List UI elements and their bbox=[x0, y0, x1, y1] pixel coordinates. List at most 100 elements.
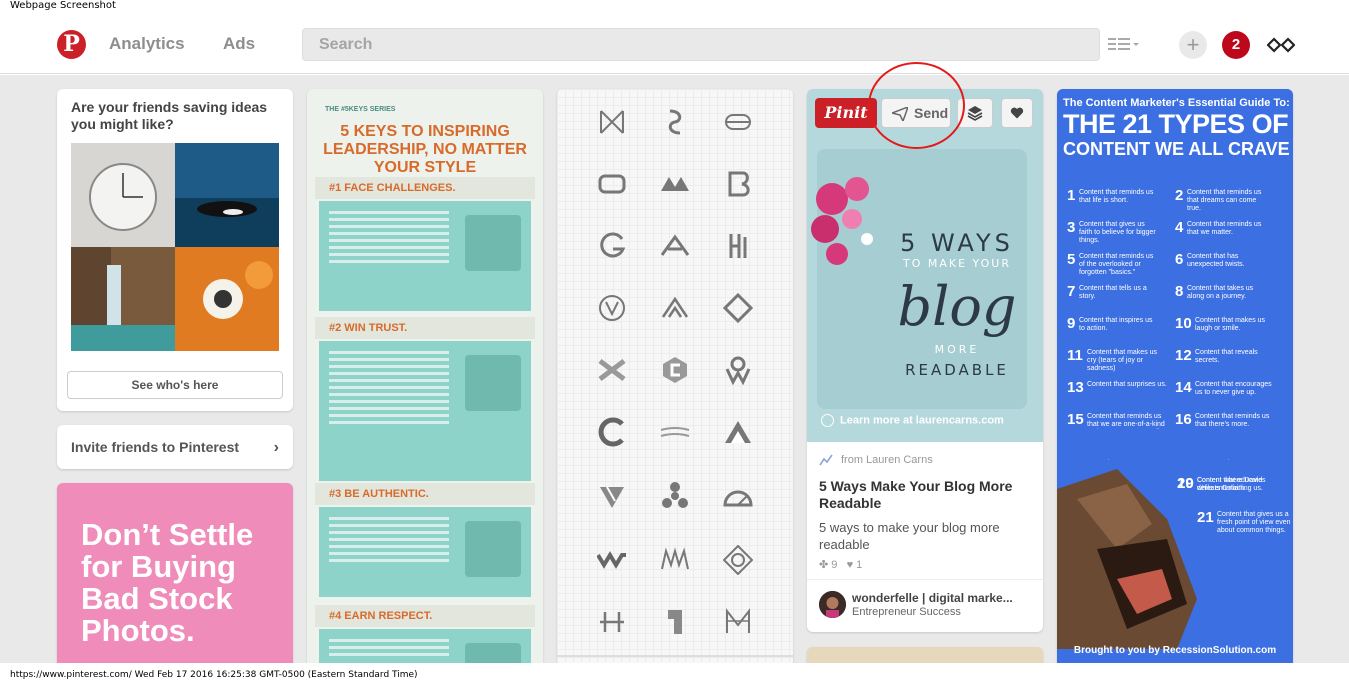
invite-friends-label: Invite friends to Pinterest bbox=[71, 439, 240, 455]
logo-collection-pin[interactable] bbox=[557, 89, 793, 663]
divider bbox=[807, 579, 1043, 580]
logo-mark-icon bbox=[723, 293, 753, 323]
source-link[interactable]: Learn more at laurencarns.com bbox=[821, 414, 1004, 427]
globe-icon bbox=[821, 414, 834, 427]
infographic-subtitle: The Content Marketer's Essential Guide T… bbox=[1063, 97, 1290, 109]
waterfall-thumbnail bbox=[71, 247, 175, 351]
pinner-avatar[interactable] bbox=[819, 591, 846, 618]
logo-mark-icon bbox=[600, 232, 626, 258]
section-heading: #2 WIN TRUST. bbox=[329, 322, 408, 334]
flowers-image bbox=[811, 177, 873, 265]
whale-thumbnail bbox=[175, 143, 279, 247]
pin-source-line[interactable]: from Lauren Carns bbox=[819, 454, 933, 466]
like-button[interactable] bbox=[1001, 98, 1033, 128]
content-type-number: 6 bbox=[1175, 251, 1184, 268]
pin-source: from Lauren Carns bbox=[841, 454, 933, 466]
content-type-number: 3 bbox=[1067, 219, 1076, 236]
content-type-number: 10 bbox=[1175, 315, 1192, 332]
content-types-infographic-pin[interactable]: The Content Marketer's Essential Guide T… bbox=[1057, 89, 1293, 663]
content-type-number: 5 bbox=[1067, 251, 1076, 268]
content-type-text: Content that reminds us of the overlooke… bbox=[1079, 253, 1154, 276]
content-type-number: 11 bbox=[1067, 347, 1083, 364]
logo-mark-icon bbox=[661, 296, 689, 318]
repin-count: 9 bbox=[831, 559, 838, 571]
image-text-line2: TO MAKE YOUR bbox=[902, 257, 1012, 270]
section-body bbox=[319, 629, 531, 663]
logo-mark-icon bbox=[668, 610, 682, 634]
pinterest-logo-icon[interactable]: P bbox=[57, 30, 86, 59]
thumbs-up-icon bbox=[465, 355, 521, 411]
logo-mark-icon bbox=[662, 482, 688, 508]
status-bar: https://www.pinterest.com/ Wed Feb 17 20… bbox=[0, 663, 1349, 683]
search-input[interactable]: Search bbox=[302, 28, 1100, 61]
friends-suggestion-card: Are your friends saving ideas you might … bbox=[57, 89, 293, 411]
sushi-thumbnail bbox=[175, 247, 279, 351]
content-type-text: Content that takes us along on a journey… bbox=[1187, 285, 1254, 300]
logo-mark-icon bbox=[598, 174, 626, 194]
like-icon: ♥ bbox=[846, 559, 854, 571]
see-whos-here-button[interactable]: See who's here bbox=[67, 371, 283, 399]
add-pin-button[interactable]: + bbox=[1179, 31, 1207, 59]
clock-thumbnail bbox=[71, 143, 175, 247]
content-type-number: 16 bbox=[1175, 411, 1192, 428]
content-type-text: Content that reminds us that there's mor… bbox=[1195, 413, 1270, 428]
section-heading: #3 BE AUTHENTIC. bbox=[329, 488, 429, 500]
leadership-infographic-pin[interactable]: THE #5KEYS SERIES 5 KEYS TO INSPIRING LE… bbox=[307, 89, 543, 663]
infographic-title: 5 KEYS TO INSPIRING LEADERSHIP, NO MATTE… bbox=[323, 123, 527, 176]
content-type-number: 7 bbox=[1067, 283, 1076, 300]
content-type-number: 9 bbox=[1067, 315, 1076, 332]
content-type-text: Content that surprises us. bbox=[1087, 381, 1167, 388]
content-type-number: 1 bbox=[1067, 187, 1076, 204]
image-text-line5: READABLE bbox=[905, 361, 1009, 379]
screenshot-label: Webpage Screenshot bbox=[10, 0, 116, 11]
content-type-number: 4 bbox=[1175, 219, 1184, 236]
pin-description: 5 ways to make your blog more readable bbox=[819, 520, 1000, 552]
top-header: P Analytics Ads Search + 2 bbox=[0, 14, 1349, 74]
image-text-line4: MORE bbox=[934, 343, 980, 356]
logo-mark-icon bbox=[660, 234, 690, 256]
invite-friends-card[interactable]: Invite friends to Pinterest › bbox=[57, 425, 293, 469]
repin-icon: ✤ bbox=[819, 559, 829, 571]
content-type-text: Content that reminds us that life is sho… bbox=[1079, 189, 1154, 204]
content-type-number: 12 bbox=[1175, 347, 1192, 364]
notifications-badge[interactable]: 2 bbox=[1222, 31, 1250, 59]
logo-mark-icon bbox=[723, 490, 753, 507]
pinner-name[interactable]: wonderfelle | digital marke... bbox=[852, 591, 1013, 605]
next-pin-preview[interactable] bbox=[807, 647, 1043, 663]
soccer-ball-icon bbox=[465, 643, 521, 663]
logo-mark-icon bbox=[725, 114, 751, 130]
section-heading: #4 EARN RESPECT. bbox=[329, 610, 433, 622]
pinner-board[interactable]: Entrepreneur Success bbox=[852, 606, 961, 618]
nav-analytics[interactable]: Analytics bbox=[109, 34, 185, 54]
image-text-line3: blog bbox=[897, 275, 1017, 338]
content-type-text: Content that reminds us that dreams can … bbox=[1187, 189, 1262, 212]
section-band: #4 EARN RESPECT. bbox=[315, 605, 535, 627]
content-type-text: Content that inspires us to action. bbox=[1079, 317, 1153, 332]
blog-readability-pin[interactable]: 5 WAYS TO MAKE YOUR blog MORE READABLE P… bbox=[807, 89, 1043, 632]
content-type-number: 15 bbox=[1067, 411, 1084, 428]
logo-mark-icon bbox=[726, 608, 750, 633]
content-type-number: 2 bbox=[1175, 187, 1184, 204]
friends-card-title: Are your friends saving ideas you might … bbox=[71, 99, 268, 132]
person-icon bbox=[465, 521, 521, 577]
content-type-text: Content that gives us faith to believe f… bbox=[1079, 221, 1156, 244]
content-type-text: Content that makes us laugh or smile. bbox=[1195, 317, 1266, 332]
logo-mark-icon bbox=[598, 359, 626, 381]
section-body bbox=[319, 507, 531, 597]
logo-mark-icon bbox=[661, 177, 689, 191]
account-menu-icon[interactable] bbox=[1267, 36, 1295, 54]
pin-feed: Are your friends saving ideas you might … bbox=[0, 75, 1349, 663]
infographic-title-line2: CONTENT WE ALL CRAVE bbox=[1063, 139, 1290, 159]
nav-ads[interactable]: Ads bbox=[223, 34, 255, 54]
heart-icon bbox=[1010, 107, 1024, 119]
logo-mark-icon bbox=[725, 421, 751, 443]
send-button-highlight-circle bbox=[868, 62, 965, 149]
infographic-title: THE 21 TYPES OF bbox=[1063, 109, 1289, 139]
list-view-icon[interactable] bbox=[1108, 36, 1140, 54]
learn-more-label: Learn more at laurencarns.com bbox=[840, 414, 1004, 427]
logo-mark-icon bbox=[598, 417, 624, 447]
stock-photos-promo-pin[interactable]: Don’t Settle for Buying Bad Stock Photos… bbox=[57, 483, 293, 663]
section-band: #3 BE AUTHENTIC. bbox=[315, 483, 535, 505]
content-type-text: Content that reveals secrets. bbox=[1195, 349, 1258, 364]
pin-title[interactable]: 5 Ways Make Your Blog More Readable bbox=[819, 478, 1031, 512]
